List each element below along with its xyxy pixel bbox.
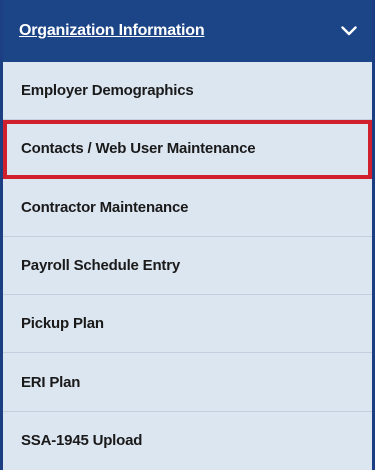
- menu-item-pickup-plan[interactable]: Pickup Plan: [3, 295, 372, 354]
- menu-item-employer-demographics[interactable]: Employer Demographics: [3, 62, 372, 121]
- chevron-down-icon[interactable]: [340, 22, 358, 40]
- menu-item-payroll-schedule-entry[interactable]: Payroll Schedule Entry: [3, 237, 372, 296]
- menu-item-label: Contractor Maintenance: [21, 198, 189, 216]
- menu-item-label: Contacts / Web User Maintenance: [21, 140, 256, 158]
- menu-item-label: Pickup Plan: [21, 315, 104, 333]
- menu-header-toggle[interactable]: Organization Information: [3, 0, 372, 62]
- menu-item-eri-plan[interactable]: ERI Plan: [3, 353, 372, 412]
- menu-item-label: Employer Demographics: [21, 82, 194, 100]
- menu-item-ssa-1945-upload[interactable]: SSA-1945 Upload: [3, 412, 372, 470]
- menu-items-list: Employer Demographics Contacts / Web Use…: [3, 62, 372, 470]
- menu-item-label: SSA-1945 Upload: [21, 432, 143, 450]
- menu-item-contractor-maintenance[interactable]: Contractor Maintenance: [3, 179, 372, 237]
- menu-item-label: Payroll Schedule Entry: [21, 257, 180, 275]
- organization-info-menu: Organization Information Employer Demogr…: [0, 0, 375, 470]
- menu-item-contacts-web-user-maintenance[interactable]: Contacts / Web User Maintenance: [3, 120, 372, 179]
- menu-item-label: ERI Plan: [21, 373, 81, 391]
- menu-title-link[interactable]: Organization Information: [19, 22, 205, 40]
